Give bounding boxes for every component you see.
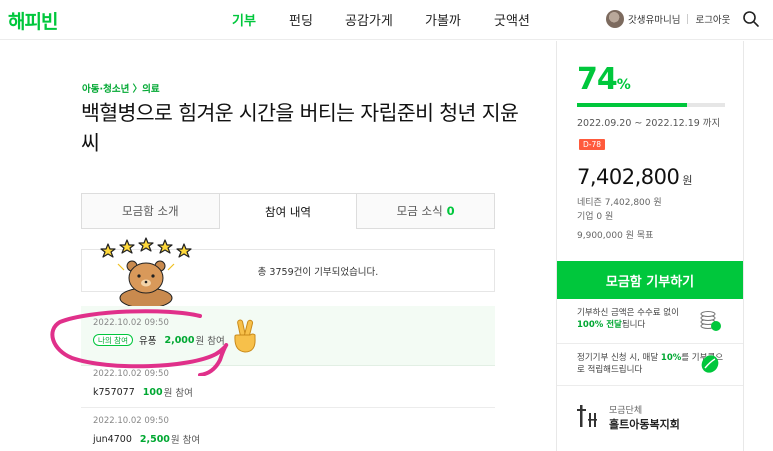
raised-amount: 7,402,800 원 <box>577 165 693 189</box>
donor-line: jun4700 2,500 원 참여 <box>93 432 201 447</box>
donor-unit: 원 참여 <box>170 435 201 446</box>
page-title: 백혈병으로 힘겨운 시간을 버티는 자립준비 청년 지윤 씨 <box>81 101 519 155</box>
tab-label: 참여 내역 <box>265 204 311 219</box>
donor-unit: 원 참여 <box>163 388 193 399</box>
user-area: 갓생유마니님 로그아웃 <box>606 9 730 29</box>
peace-hand-icon <box>234 319 256 353</box>
tab-campaign-intro[interactable]: 모금함 소개 <box>81 193 220 229</box>
donor-row: 2022.10.02 09:50 jun4700 2,500 원 참여 <box>81 408 495 451</box>
divider <box>687 14 689 24</box>
content-tabs: 모금함 소개 참여 내역 모금 소식 0 <box>81 193 496 229</box>
org-label: 모금단체 <box>609 406 643 416</box>
progress-bar <box>577 103 725 107</box>
tab-label: 모금 소식 <box>396 204 443 218</box>
search-icon[interactable] <box>742 10 760 28</box>
nav-donate[interactable]: 기부 <box>232 10 256 29</box>
donor-amount: 2,500 <box>139 433 170 445</box>
donate-button[interactable]: 모금함 기부하기 <box>557 261 743 299</box>
divider <box>557 385 743 386</box>
amount-unit: 원 <box>682 174 693 187</box>
tab-count: 0 <box>446 204 455 218</box>
campaign-period: 2022.09.20 ~ 2022.12.19 까지 <box>577 118 721 129</box>
donor-date: 2022.10.02 09:50 <box>93 416 169 426</box>
donor-name: k757077 <box>93 386 135 398</box>
donor-amount: 100 <box>142 386 163 398</box>
company-amount: 기업 0 원 <box>577 212 614 222</box>
holt-logo-icon[interactable] <box>577 403 601 429</box>
nav-good-action[interactable]: 굿액션 <box>494 10 530 29</box>
bear-mascot-icon <box>100 237 192 306</box>
tab-label: 모금함 소개 <box>122 204 179 218</box>
nav-lets-go[interactable]: 가볼까 <box>425 10 461 29</box>
category-breadcrumb[interactable]: 아동·청소년 〉의료 <box>82 81 160 95</box>
progress-fill <box>577 103 687 107</box>
org-name[interactable]: 홀트아동복지회 <box>609 416 680 432</box>
user-name[interactable]: 갓생유마니님 <box>628 12 680 26</box>
percent-sign: % <box>616 77 631 93</box>
tab-participation[interactable]: 참여 내역 <box>219 193 358 229</box>
tab-news[interactable]: 모금 소식 0 <box>357 193 496 229</box>
coin-stack-icon <box>700 311 721 331</box>
logout-link[interactable]: 로그아웃 <box>695 12 730 26</box>
donor-name: jun4700 <box>93 433 132 445</box>
donation-sidebar: 74% 2022.09.20 ~ 2022.12.19 까지 D-78 7,40… <box>556 41 744 451</box>
donor-line: k757077 100 원 참여 <box>93 385 193 400</box>
nav-empathy-store[interactable]: 공감가게 <box>345 10 393 29</box>
top-header: 해피빈 기부 펀딩 공감가게 가볼까 굿액션 갓생유마니님 로그아웃 <box>0 0 773 40</box>
progress-percent: 74% <box>577 62 631 97</box>
dday-badge: D-78 <box>579 139 606 150</box>
divider <box>557 343 743 344</box>
nav-funding[interactable]: 펀딩 <box>289 10 313 29</box>
netizen-amount: 네티즌 7,402,800 원 <box>577 198 662 208</box>
bean-icon <box>701 355 719 373</box>
avatar[interactable] <box>606 10 624 28</box>
goal-amount: 9,900,000 원 목표 <box>577 231 654 241</box>
highlight-circle-mark <box>50 309 229 376</box>
